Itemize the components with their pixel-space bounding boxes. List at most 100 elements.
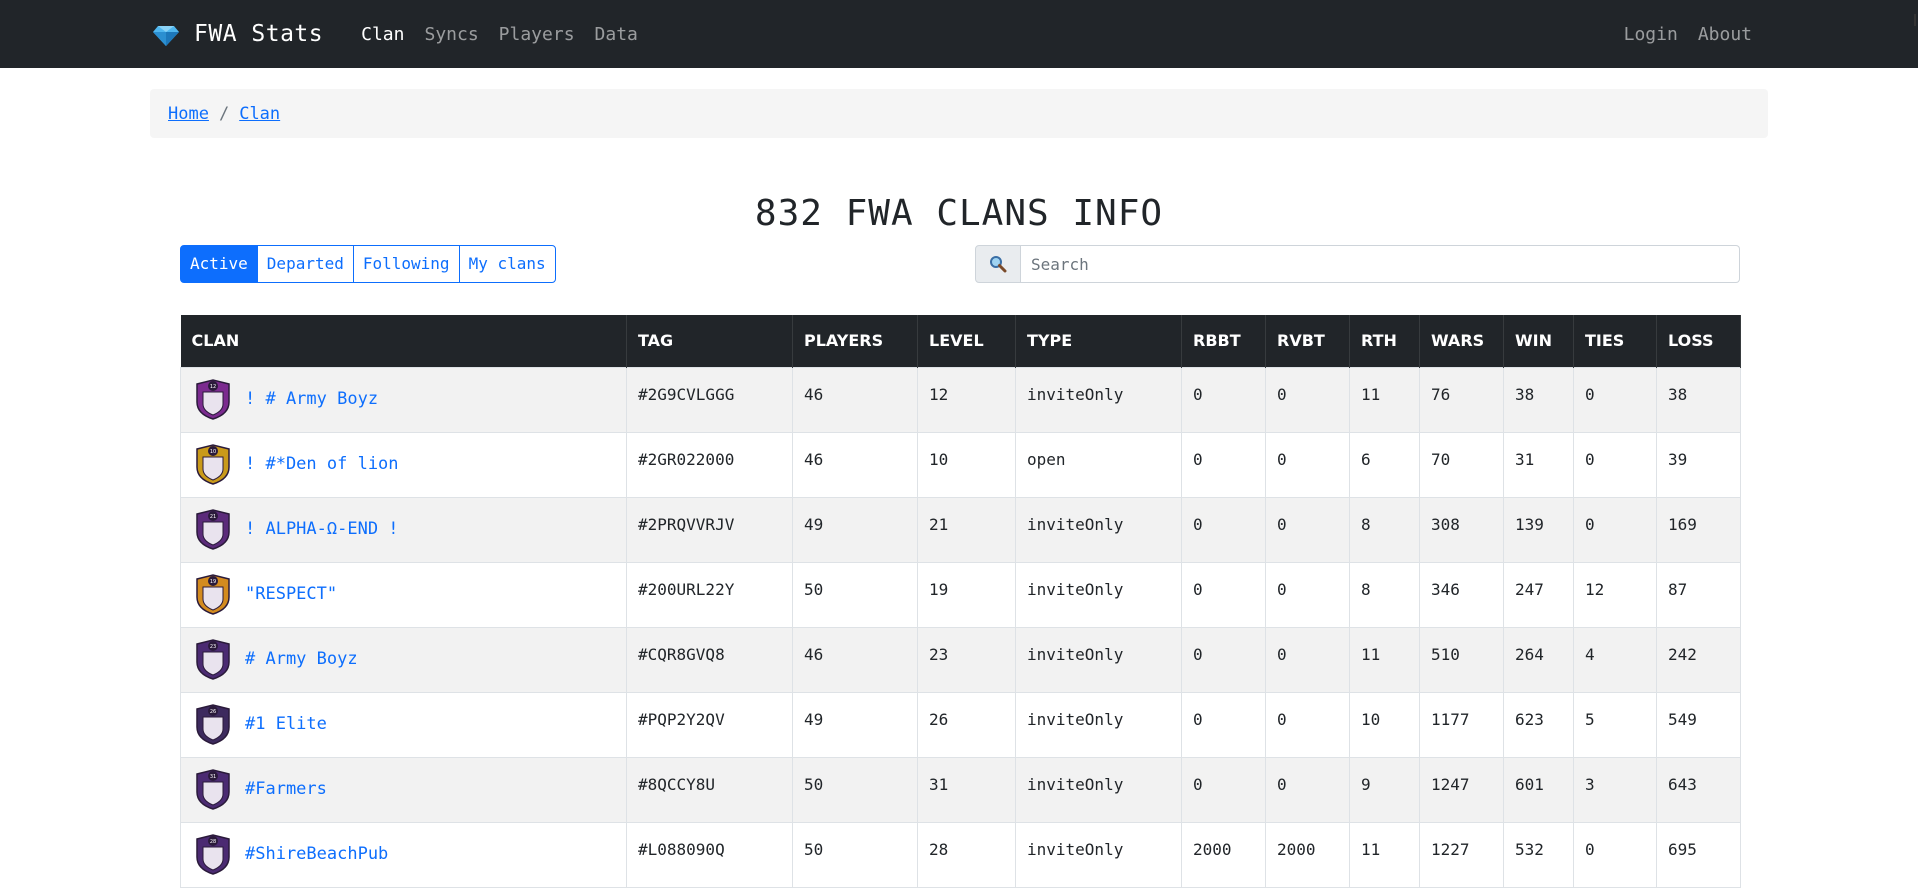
orange-shield-icon: 19 [196, 573, 230, 615]
filter-my-clans-button[interactable]: My clans [458, 245, 556, 283]
cell-ties: 5 [1573, 691, 1657, 758]
clan-cell-content: 10 ! #*Den of lion [193, 443, 615, 485]
cell-type: inviteOnly [1015, 626, 1182, 693]
breadcrumb-home[interactable]: Home [168, 104, 209, 124]
table-row: 31 #Farmers #8QCCY8U 50 31 inviteOnly 0 0 9 1247 6… [180, 756, 1741, 823]
clan-cell-content: 19 "RESPECT" [193, 573, 615, 615]
column-header-players[interactable]: PLAYERS [792, 315, 918, 367]
cell-type: open [1015, 431, 1182, 498]
cell-level: 12 [917, 366, 1016, 433]
column-header-tag[interactable]: TAG [626, 315, 793, 367]
cell-clan: 23 # Army Boyz [180, 626, 627, 693]
cell-tag: #L088090Q [626, 821, 793, 888]
column-header-ties[interactable]: TIES [1573, 315, 1657, 367]
cell-ties: 3 [1573, 756, 1657, 823]
table-row: 12! # Army Boyz #2G9CVLGGG 46 12 inviteOnly 0… [180, 366, 1741, 433]
clan-name-link[interactable]: ! # Army Boyz [245, 389, 378, 409]
cell-rth: 8 [1349, 561, 1420, 628]
column-header-level[interactable]: LEVEL [917, 315, 1016, 367]
cell-ties: 4 [1573, 626, 1657, 693]
column-header-loss[interactable]: LOSS [1656, 315, 1741, 367]
table-row: 19 "RESPECT" #200URL22Y 50 19 inviteOnly 0 0 8 34… [180, 561, 1741, 628]
brand-title: FWA Stats [194, 21, 324, 47]
table-row: 10! #*Den of lion #2GR022000 46 10 open 0 0 6 70… [180, 431, 1741, 498]
breadcrumb-clan[interactable]: Clan [239, 104, 280, 124]
nav-link-about[interactable]: About [1688, 24, 1762, 45]
cell-players: 49 [792, 496, 918, 563]
column-header-type[interactable]: TYPE [1015, 315, 1182, 367]
cell-type: inviteOnly [1015, 561, 1182, 628]
cell-ties: 0 [1573, 366, 1657, 433]
nav-right: Login About [1614, 24, 1762, 45]
nav-link-login[interactable]: Login [1614, 24, 1688, 45]
filter-following-button[interactable]: Following [352, 245, 460, 283]
column-header-rbbt[interactable]: RBBT [1181, 315, 1266, 367]
cell-tag: #2GR022000 [626, 431, 793, 498]
cell-rbbt: 0 [1181, 756, 1266, 823]
cell-rbbt: 0 [1181, 496, 1266, 563]
filter-button-group: Active Departed Following My clans [180, 245, 556, 283]
cell-rth: 9 [1349, 756, 1420, 823]
clan-name-link[interactable]: #Farmers [245, 779, 327, 799]
nav-link-clan[interactable]: Clan [351, 24, 414, 45]
clan-cell-content: 28 #ShireBeachPub [193, 833, 615, 875]
filter-departed-button[interactable]: Departed [256, 245, 354, 283]
cell-loss: 549 [1656, 691, 1741, 758]
nav-link-data[interactable]: Data [585, 24, 648, 45]
table-row: 23 # Army Boyz #CQR8GVQ8 46 23 inviteOnly 0 0 11… [180, 626, 1741, 693]
cell-wars: 346 [1419, 561, 1504, 628]
badge-level: 21 [210, 514, 216, 520]
clan-cell-content: 12 ! # Army Boyz [193, 378, 615, 420]
cell-rbbt: 0 [1181, 431, 1266, 498]
nav-link-syncs[interactable]: Syncs [414, 24, 488, 45]
cell-rth: 11 [1349, 626, 1420, 693]
cell-level: 31 [917, 756, 1016, 823]
cell-players: 50 [792, 561, 918, 628]
cell-loss: 695 [1656, 821, 1741, 888]
badge-level: 19 [210, 579, 216, 585]
clan-name-link[interactable]: ! #*Den of lion [245, 454, 399, 474]
search-addon [975, 245, 1021, 283]
filter-active-button[interactable]: Active [180, 245, 258, 283]
cell-loss: 242 [1656, 626, 1741, 693]
cell-wars: 1247 [1419, 756, 1504, 823]
cell-loss: 38 [1656, 366, 1741, 433]
cell-win: 623 [1503, 691, 1574, 758]
cell-clan: 28 #ShireBeachPub [180, 821, 627, 888]
column-header-clan[interactable]: CLAN [180, 315, 627, 367]
column-header-win[interactable]: WIN [1503, 315, 1574, 367]
brand[interactable]: FWA Stats [152, 20, 323, 48]
cell-rvbt: 0 [1265, 431, 1350, 498]
clan-name-link[interactable]: # Army Boyz [245, 649, 358, 669]
cell-type: inviteOnly [1015, 756, 1182, 823]
table-row: 28 #ShireBeachPub #L088090Q 50 28 inviteOnly 2… [180, 821, 1741, 888]
cell-ties: 0 [1573, 821, 1657, 888]
clan-name-link[interactable]: "RESPECT" [245, 584, 337, 604]
cell-type: inviteOnly [1015, 366, 1182, 433]
cell-win: 601 [1503, 756, 1574, 823]
cell-rth: 11 [1349, 821, 1420, 888]
search-input[interactable] [1021, 245, 1740, 283]
cell-players: 46 [792, 626, 918, 693]
cell-tag: #PQP2Y2QV [626, 691, 793, 758]
purple-shield-icon: 23 [196, 638, 230, 680]
clan-name-link[interactable]: #ShireBeachPub [245, 844, 388, 864]
cell-rth: 10 [1349, 691, 1420, 758]
cell-type: inviteOnly [1015, 691, 1182, 758]
column-header-rvbt[interactable]: RVBT [1265, 315, 1350, 367]
breadcrumb: Home / Clan [150, 89, 1768, 138]
clan-name-link[interactable]: ! ALPHA-Ω-END ! [245, 519, 399, 539]
cell-wars: 510 [1419, 626, 1504, 693]
column-header-wars[interactable]: WARS [1419, 315, 1504, 367]
cell-loss: 87 [1656, 561, 1741, 628]
cell-win: 139 [1503, 496, 1574, 563]
column-header-rth[interactable]: RTH [1349, 315, 1420, 367]
cell-win: 38 [1503, 366, 1574, 433]
search-icon [990, 256, 1007, 273]
nav-link-players[interactable]: Players [489, 24, 585, 45]
table-body: 12! # Army Boyz #2G9CVLGGG 46 12 inviteOnly 0… [180, 366, 1741, 888]
cell-rvbt: 0 [1265, 691, 1350, 758]
cell-players: 50 [792, 756, 918, 823]
white-shield-icon: 31 [196, 768, 230, 810]
clan-name-link[interactable]: #1 Elite [245, 714, 327, 734]
